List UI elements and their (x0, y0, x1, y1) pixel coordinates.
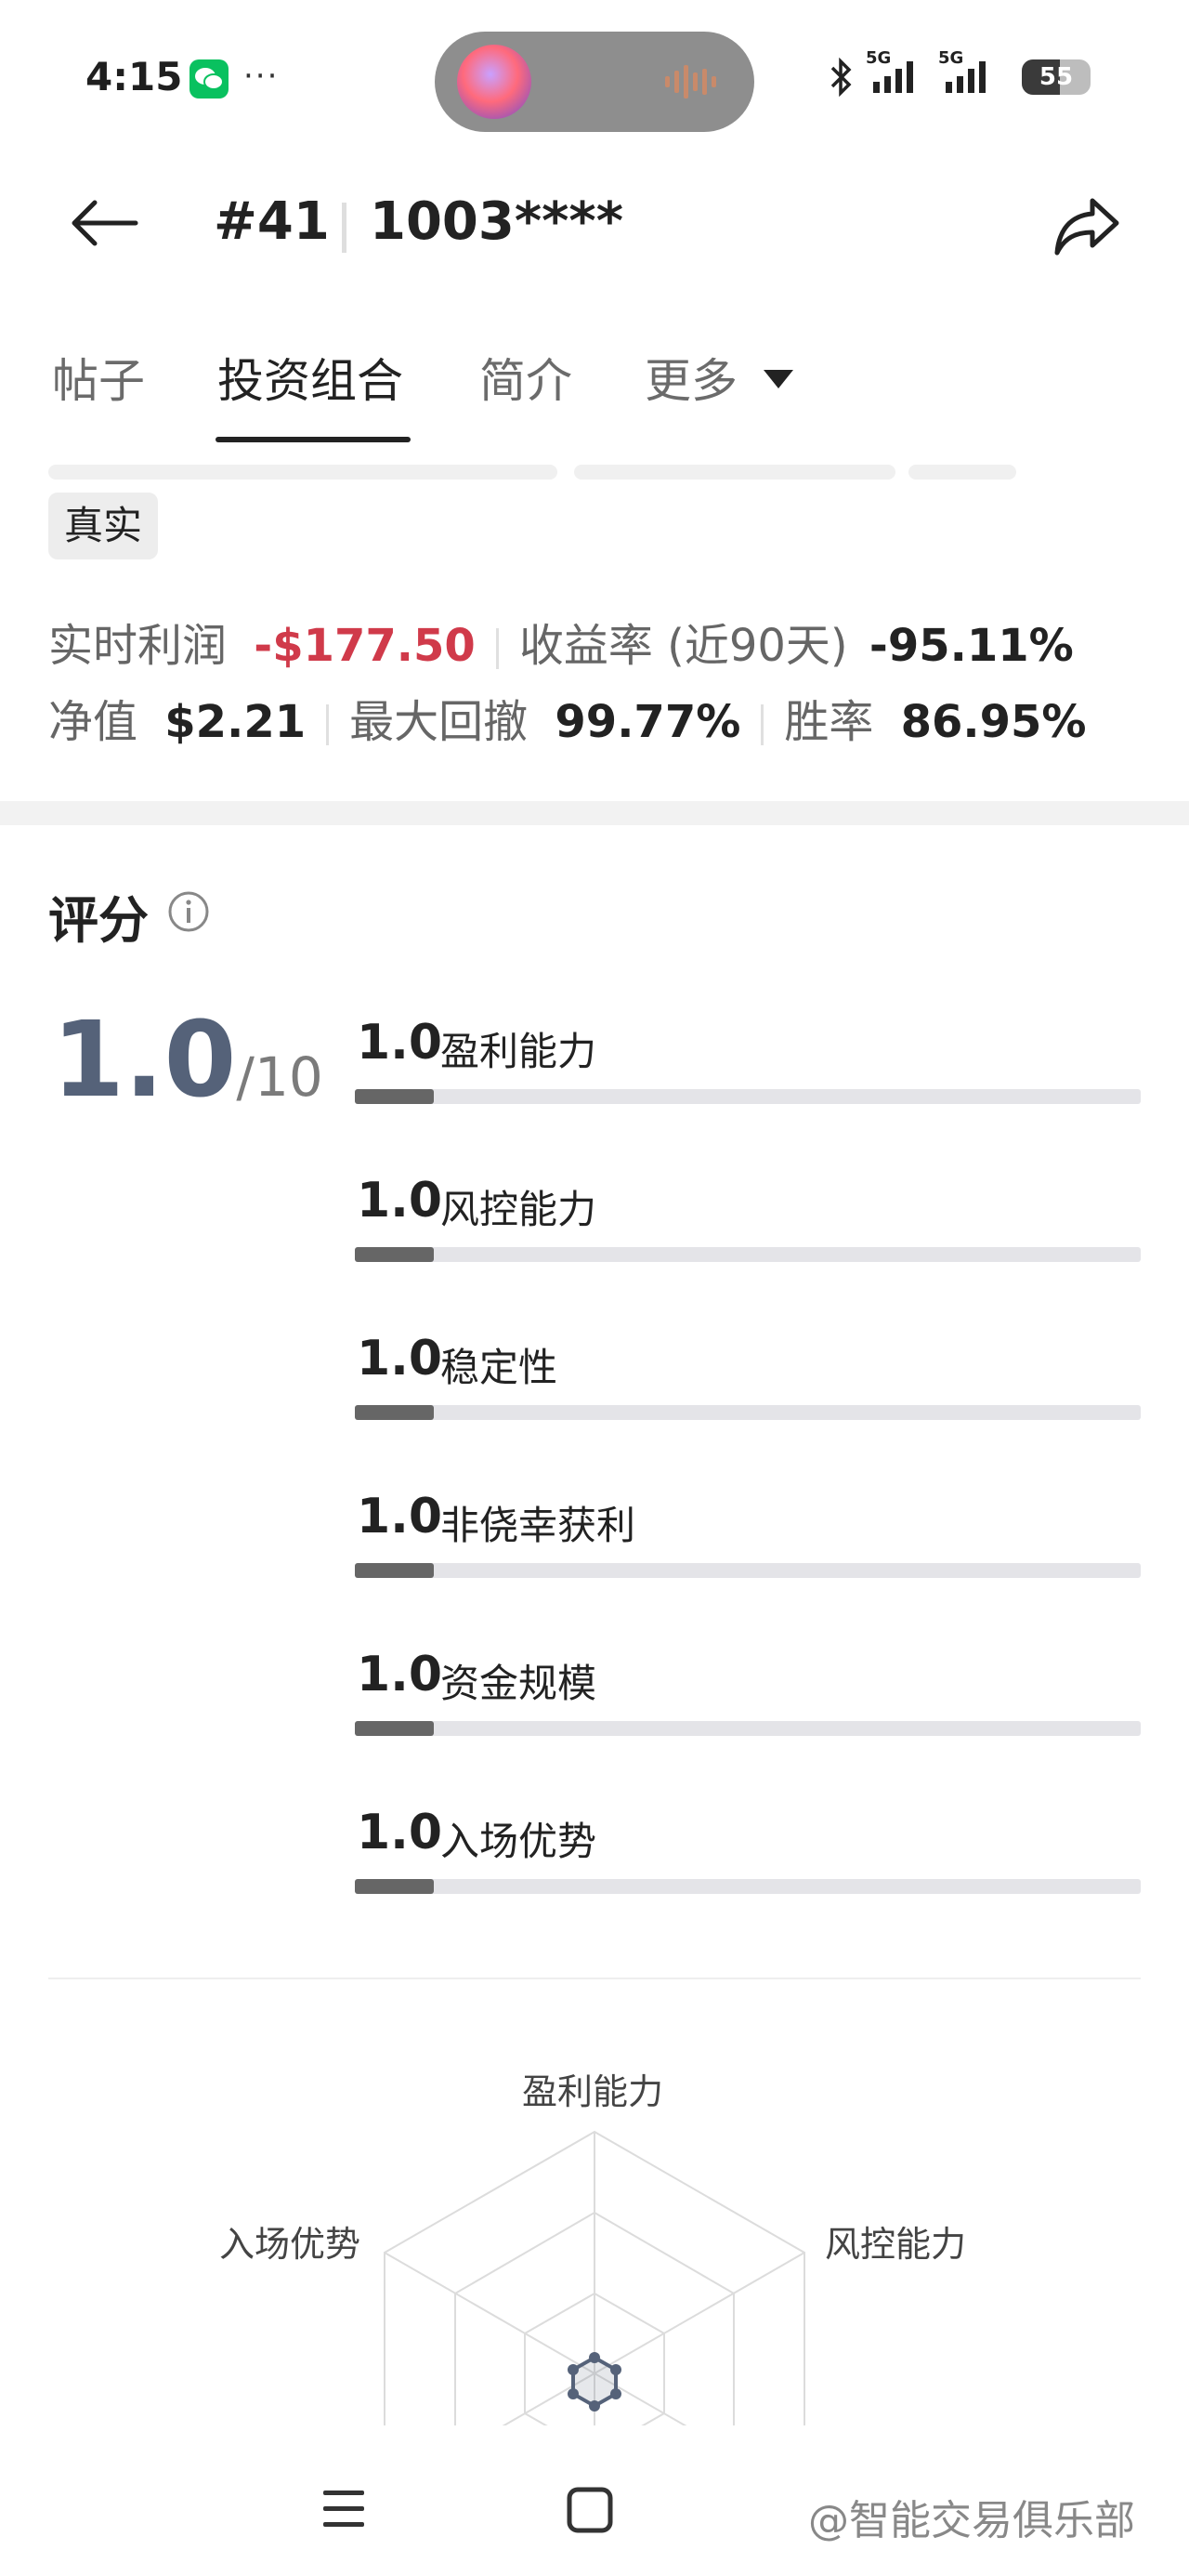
tab-bar: 帖子 投资组合 简介 更多 (0, 325, 1189, 446)
score-item-label: 资金规模 (440, 1661, 597, 1706)
score-item-profitability: 1.0 盈利能力 (355, 1015, 1141, 1126)
score-item-label: 稳定性 (440, 1345, 558, 1390)
radar-grid (384, 2130, 805, 2435)
score-section-title: 评分 (48, 891, 149, 950)
nav-label: 净值 (48, 696, 138, 748)
info-icon[interactable] (167, 890, 210, 933)
rank-number: #41 (214, 191, 330, 252)
metric-separator (326, 704, 330, 745)
status-icons: 5G 5G 55 (827, 48, 1105, 100)
score-item-value: 1.0 (357, 1489, 443, 1544)
score-item-capital-scale: 1.0 资金规模 (355, 1647, 1141, 1758)
realtime-profit-label: 实时利润 (48, 620, 228, 672)
active-tab-indicator (216, 437, 411, 442)
score-item-label: 入场优势 (440, 1819, 597, 1864)
overall-score-max: /10 (236, 1045, 323, 1109)
account-id: 1003**** (370, 191, 623, 252)
metric-separator (495, 628, 499, 669)
score-progress-fill (355, 1563, 434, 1578)
metric-separator (761, 704, 764, 745)
status-time: 4:15 (85, 54, 183, 99)
bluetooth-icon (830, 58, 852, 97)
tab-more[interactable]: 更多 (645, 344, 738, 411)
score-item-value: 1.0 (357, 1805, 443, 1860)
score-progress-fill (355, 1879, 434, 1894)
score-item-label: 盈利能力 (440, 1029, 597, 1074)
status-bar: 4:15 ··· 5G 5G 55 (0, 0, 1189, 158)
score-progress-track (355, 1089, 1141, 1104)
page-header: #41 1003**** (0, 158, 1189, 288)
radar-chart: 盈利能力 风控能力 入场优势 (0, 1989, 1189, 2435)
score-progress-track (355, 1405, 1141, 1420)
tab-posts[interactable]: 帖子 (52, 344, 145, 411)
winrate-value: 86.95% (900, 696, 1087, 748)
battery-icon: 55 (1022, 59, 1091, 95)
home-icon[interactable] (567, 2487, 613, 2533)
overall-score-value: 1.0 (52, 1000, 237, 1121)
score-progress-fill (355, 1247, 434, 1262)
score-item-label: 非侥幸获利 (440, 1503, 636, 1548)
share-icon[interactable] (1053, 195, 1120, 256)
metrics-row-2: 净值 $2.21 最大回撤 99.77% 胜率 86.95% (48, 685, 1087, 750)
audio-wave-icon (665, 65, 716, 99)
radar-divider (48, 1978, 1141, 1979)
realtime-profit-value: -$177.50 (254, 620, 476, 672)
drawdown-value: 99.77% (555, 696, 741, 748)
radar-data-shape (568, 2352, 621, 2412)
score-progress-fill (355, 1089, 434, 1104)
drawdown-label: 最大回撤 (349, 696, 529, 748)
nav-value: $2.21 (164, 696, 307, 748)
score-item-non-luck: 1.0 非侥幸获利 (355, 1489, 1141, 1600)
score-progress-track (355, 1563, 1141, 1578)
menu-icon[interactable] (321, 2489, 366, 2530)
real-account-badge: 真实 (48, 493, 158, 559)
score-item-label: 风控能力 (440, 1187, 597, 1232)
score-item-value: 1.0 (357, 1173, 443, 1229)
faded-tag (908, 465, 1016, 480)
more-notifications-icon: ··· (243, 58, 280, 95)
return-label: 收益率 (近90天) (518, 620, 848, 672)
faded-tag (48, 465, 557, 480)
score-progress-track (355, 1721, 1141, 1736)
tab-profile[interactable]: 简介 (479, 344, 572, 411)
metrics-row-1: 实时利润 -$177.50 收益率 (近90天) -95.11% (48, 609, 1074, 674)
overall-score: 1.0/10 (52, 1000, 323, 1121)
score-item-stability: 1.0 稳定性 (355, 1331, 1141, 1442)
wechat-icon (189, 59, 229, 99)
tab-portfolio[interactable]: 投资组合 (217, 344, 403, 411)
score-progress-track (355, 1879, 1141, 1894)
score-item-value: 1.0 (357, 1015, 443, 1071)
score-progress-fill (355, 1721, 434, 1736)
music-artwork-icon (457, 45, 531, 119)
section-divider (0, 801, 1189, 825)
watermark-text: @智能交易俱乐部 (808, 2497, 1135, 2544)
dynamic-island[interactable] (435, 32, 754, 132)
faded-tag (574, 465, 895, 480)
winrate-label: 胜率 (784, 696, 874, 748)
dropdown-triangle-icon[interactable] (762, 368, 795, 390)
battery-level: 55 (1039, 63, 1074, 91)
title-separator (342, 203, 346, 253)
score-item-entry-advantage: 1.0 入场优势 (355, 1805, 1141, 1916)
score-item-risk-control: 1.0 风控能力 (355, 1173, 1141, 1284)
score-progress-track (355, 1247, 1141, 1262)
back-arrow-icon[interactable] (69, 199, 139, 247)
return-value: -95.11% (869, 620, 1074, 672)
score-item-value: 1.0 (357, 1331, 443, 1387)
score-progress-fill (355, 1405, 434, 1420)
score-item-value: 1.0 (357, 1647, 443, 1702)
